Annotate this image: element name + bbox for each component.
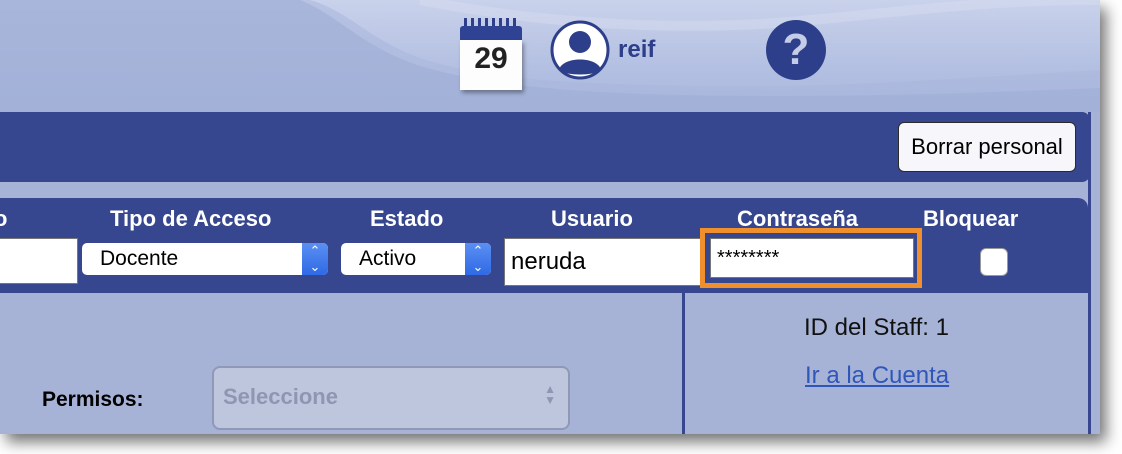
calendar-icon[interactable]: 29 (458, 18, 526, 90)
block-checkbox[interactable] (980, 248, 1008, 276)
delete-staff-button[interactable]: Borrar personal (898, 122, 1076, 172)
select-updown-icon: ⌃ ⌄ (465, 243, 491, 275)
select-updown-icon: ▲ ▼ (544, 382, 556, 407)
access-type-select[interactable]: Docente ⌃ ⌄ (82, 243, 328, 275)
permissions-placeholder: Seleccione (223, 384, 338, 409)
help-icon[interactable]: ? (766, 20, 826, 80)
username-input[interactable] (504, 238, 704, 286)
username-header: Usuario (551, 206, 633, 231)
permissions-select[interactable]: Seleccione ▲ ▼ (212, 366, 570, 430)
status-header: Estado (370, 206, 444, 231)
section-divider (682, 293, 685, 434)
panel-right-border (1088, 112, 1091, 434)
access-type-header: Tipo de Acceso (110, 206, 272, 231)
status-value: Activo (359, 247, 417, 270)
user-name[interactable]: reif (618, 36, 655, 64)
permissions-label: Permisos: (42, 388, 144, 411)
access-type-value: Docente (100, 247, 179, 270)
partial-column-header: o (0, 206, 8, 231)
status-select[interactable]: Activo ⌃ ⌄ (341, 243, 491, 275)
calendar-header (460, 26, 522, 40)
select-updown-icon: ⌃ ⌄ (302, 243, 328, 275)
go-to-account-link[interactable]: Ir a la Cuenta (805, 362, 949, 390)
app-window: 29 reif ? Borrar personal o Tipo de Acce… (0, 0, 1100, 434)
block-header: Bloquear (923, 206, 1019, 231)
toolbar: Borrar personal (0, 112, 1090, 182)
password-input[interactable] (710, 238, 914, 278)
calendar-day: 29 (474, 42, 508, 75)
user-avatar-icon[interactable] (550, 20, 610, 80)
staff-id-text: ID del Staff: 1 (804, 314, 949, 341)
partial-text-field[interactable] (0, 238, 78, 284)
